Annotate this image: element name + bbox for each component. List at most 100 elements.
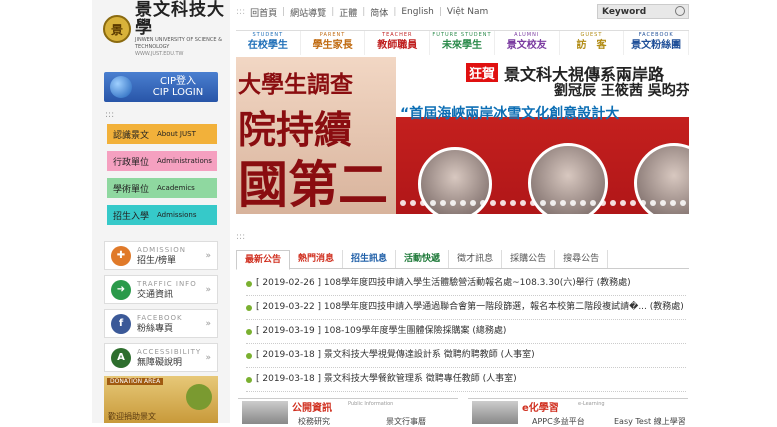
nav-future-student[interactable]: FUTURE STUDENT 未來學生	[430, 31, 495, 55]
admission-icon: ✚	[111, 245, 131, 266]
nav-facebook[interactable]: FACEBOOK 景文粉絲團	[624, 31, 690, 55]
info-facebook[interactable]: f FACEBOOK 粉絲專頁 »	[104, 309, 218, 338]
tab-jobs[interactable]: 徵才訊息	[449, 250, 503, 268]
nav-student[interactable]: STUDENT 在校學生	[236, 31, 301, 55]
accessibility-icon: A	[111, 347, 131, 368]
banner-survey-panel: 大學生調查 院持續 國第二名	[236, 57, 396, 214]
link-calendar[interactable]: 景文行事曆	[386, 416, 426, 427]
cip-login-button[interactable]: CIP登入 CIP LOGIN	[104, 72, 218, 102]
nav-student-zh: 在校學生	[247, 40, 288, 51]
banner-left-line3: 國第二名	[238, 155, 388, 214]
public-info-box: 公開資訊 Public Information 校務研究 景文行事曆	[238, 398, 458, 427]
top-nav-simplified[interactable]: 简体	[370, 6, 388, 19]
news-tabs: 最新公告 熱門消息 招生訊息 活動快遞 徵才訊息 採購公告 搜尋公告	[236, 250, 689, 270]
tab-search[interactable]: 搜尋公告	[555, 250, 609, 268]
info-facebook-en: FACEBOOK	[137, 313, 183, 322]
menu-admissions-en: Admissions	[157, 211, 197, 219]
info-accessibility-en: ACCESSIBILITY	[137, 347, 202, 356]
bullet-icon	[246, 376, 252, 383]
top-nav-traditional[interactable]: 正體	[339, 6, 357, 19]
university-logo[interactable]: 景 景文科技大學 JINWEN UNIVERSITY OF SCIENCE & …	[103, 1, 225, 57]
cip-login-zh: CIP登入	[160, 76, 196, 87]
top-nav-vietnam[interactable]: Việt Nam	[447, 7, 488, 17]
info-accessibility[interactable]: A ACCESSIBILITY 無障礙說明 »	[104, 343, 218, 372]
nav-student-en: STUDENT	[252, 32, 284, 38]
news-item[interactable]: [ 2019-03-18 ] 景文科技大學視覺傳達設計系 徵聘約聘教師 (人事室…	[246, 344, 686, 368]
menu-administrations-en: Administrations	[157, 157, 212, 165]
link-research[interactable]: 校務研究	[298, 416, 330, 427]
hero-banner[interactable]: 大學生調查 院持續 國第二名 狂賀 景文科大視傳系兩岸路 劉冠辰 王筱茜 吳昀芬…	[236, 57, 689, 214]
tab-latest[interactable]: 最新公告	[236, 250, 291, 270]
university-name: 景文科技大學	[135, 0, 225, 38]
banner-left-line1: 大學生調查	[238, 71, 353, 98]
left-column: 景 景文科技大學 JINWEN UNIVERSITY OF SCIENCE & …	[92, 0, 230, 423]
bullet-icon	[246, 280, 252, 287]
tab-procurement[interactable]: 採購公告	[502, 250, 556, 268]
nav-teacher[interactable]: TEACHER 教師職員	[365, 31, 431, 55]
info-traffic-en: TRAFFIC INFO	[137, 279, 197, 288]
nav-guest-en: GUEST	[580, 32, 603, 38]
news-item[interactable]: [ 2019-03-22 ] 108學年度四技申請入學通過聯合會第一階段篩選，報…	[246, 296, 686, 320]
info-admission-zh: 招生/榜單	[137, 255, 177, 266]
nav-teacher-en: TEACHER	[382, 32, 413, 38]
chevron-right-icon: »	[205, 318, 211, 329]
info-traffic-zh: 交通資訊	[137, 289, 174, 300]
banner-names: 劉冠辰 王筱茜 吳昀芬	[554, 83, 689, 99]
menu-admissions[interactable]: 招生入學 Admissions	[107, 205, 217, 225]
elearning-thumbnail	[472, 401, 518, 424]
search-icon[interactable]	[675, 6, 685, 16]
menu-academics[interactable]: 學術單位 Academics	[107, 178, 217, 198]
top-nav-dots: :::	[236, 7, 246, 17]
news-item[interactable]: [ 2019-02-26 ] 108學年度四技申請入學生活體驗營活動報名處~10…	[246, 272, 686, 296]
top-nav: ::: 回首頁 | 網站導覽 | 正體 | 简体 | English | Việt Nam	[236, 6, 489, 19]
menu-about-en: About JUST	[157, 130, 196, 138]
search-input[interactable]: Keyword	[597, 4, 689, 19]
facebook-icon: f	[111, 313, 131, 334]
menu-administrations-zh: 行政單位	[113, 157, 150, 168]
university-url: WWW.JUST.EDU.TW	[135, 51, 184, 57]
menu-about[interactable]: 認識景文 About JUST	[107, 124, 217, 144]
nav-parent-zh: 學生家長	[312, 40, 353, 51]
bullet-icon	[246, 304, 252, 311]
news-item[interactable]: [ 2019-03-18 ] 景文科技大學餐飲管理系 徵聘專任教師 (人事室)	[246, 368, 686, 392]
donation-banner[interactable]: DONATION AREA 歡迎捐助景文	[104, 376, 218, 423]
top-nav-sitemap[interactable]: 網站導覽	[290, 6, 326, 19]
nav-parent[interactable]: PARENT 學生家長	[301, 31, 366, 55]
banner-award-panel: 狂賀 景文科大視傳系兩岸路 劉冠辰 王筱茜 吳昀芬 “首屆海峽兩岸冰雪文化創意設…	[396, 57, 689, 214]
chevron-right-icon: »	[205, 250, 211, 261]
tab-events[interactable]: 活動快遞	[396, 250, 450, 268]
donation-text: 歡迎捐助景文	[108, 412, 156, 421]
chevron-right-icon: »	[205, 284, 211, 295]
news-text: [ 2019-02-26 ] 108學年度四技申請入學生活體驗營活動報名處~10…	[256, 278, 631, 288]
university-english-name: JINWEN UNIVERSITY OF SCIENCE & TECHNOLOG…	[135, 37, 222, 50]
info-accessibility-zh: 無障礙說明	[137, 357, 183, 368]
nav-facebook-en: FACEBOOK	[638, 32, 674, 38]
nav-teacher-zh: 教師職員	[377, 40, 418, 51]
link-appc[interactable]: APPC多益平台	[532, 416, 585, 427]
link-easytest[interactable]: Easy Test 線上學習	[614, 416, 686, 427]
plant-icon	[186, 384, 212, 410]
menu-admissions-zh: 招生入學	[113, 211, 150, 222]
news-list: [ 2019-02-26 ] 108學年度四技申請入學生活體驗營活動報名處~10…	[246, 272, 686, 392]
banner-pager[interactable]	[396, 200, 689, 208]
info-admission[interactable]: ✚ ADMISSION 招生/榜單 »	[104, 241, 218, 270]
nav-alumni-zh: 景文校友	[506, 40, 547, 51]
nav-guest-zh: 訪 客	[576, 40, 607, 51]
menu-administrations[interactable]: 行政單位 Administrations	[107, 151, 217, 171]
tab-admissions[interactable]: 招生訊息	[343, 250, 397, 268]
info-traffic[interactable]: ➜ TRAFFIC INFO 交通資訊 »	[104, 275, 218, 304]
globe-icon	[110, 76, 132, 98]
news-item[interactable]: [ 2019-03-19 ] 108-109學年度學生團體保險採購案 (總務處)	[246, 320, 686, 344]
top-nav-english[interactable]: English	[401, 7, 434, 17]
cip-login-en: CIP LOGIN	[152, 87, 204, 98]
bullet-icon	[246, 328, 252, 335]
tab-hot-news[interactable]: 熱門消息	[290, 250, 344, 268]
elearning-box: e化學習 e-Learning APPC多益平台 Easy Test 線上學習	[468, 398, 688, 427]
nav-alumni[interactable]: ALUMNI 景文校友	[495, 31, 560, 55]
nav-alumni-en: ALUMNI	[514, 32, 540, 38]
news-text: [ 2019-03-18 ] 景文科技大學視覺傳達設計系 徵聘約聘教師 (人事室…	[256, 350, 535, 360]
nav-guest[interactable]: GUEST 訪 客	[560, 31, 625, 55]
top-nav-home[interactable]: 回首頁	[250, 6, 277, 19]
traffic-icon: ➜	[111, 279, 131, 300]
elearning-en: e-Learning	[578, 401, 605, 407]
